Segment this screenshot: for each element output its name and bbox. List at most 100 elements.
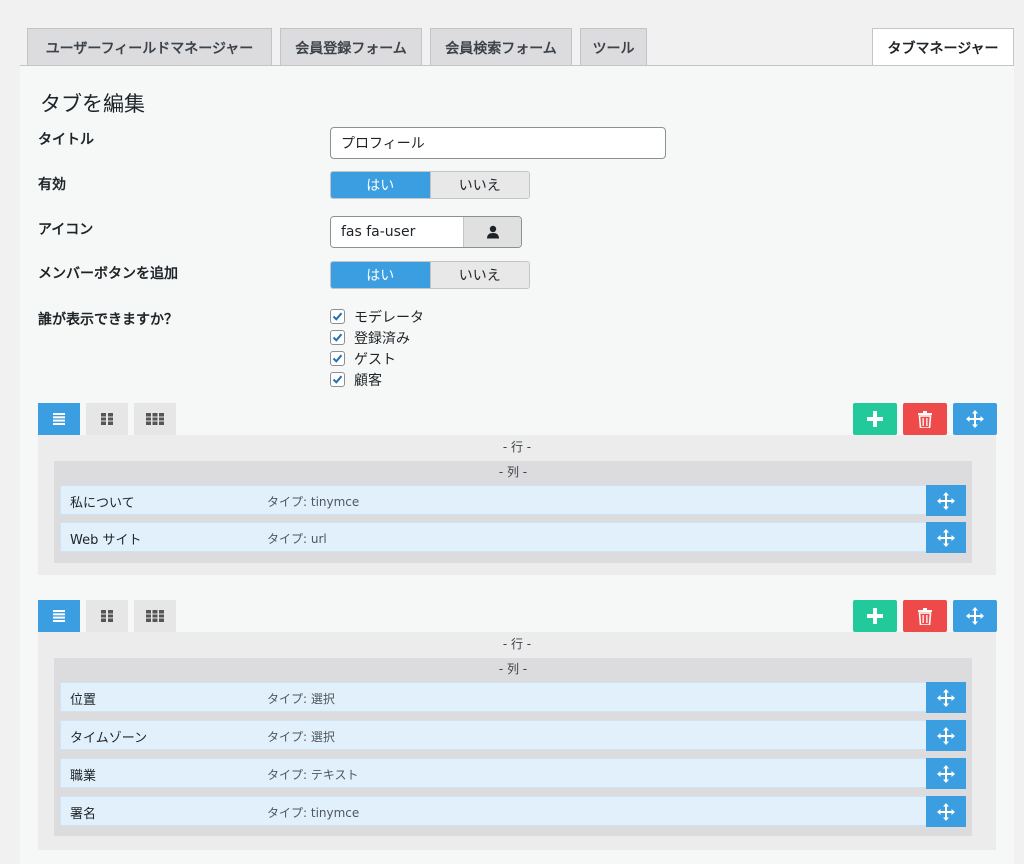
tab-tab-manager[interactable]: タブマネージャー — [872, 28, 1014, 67]
row-title: - 行 - — [502, 637, 532, 651]
add-row-button[interactable] — [853, 403, 897, 435]
enabled-yes-button[interactable]: はい — [331, 172, 430, 198]
column-box: - 列 - 私について タイプ: tinymce Web サイト タイプ: ur… — [54, 461, 972, 563]
check-icon — [332, 375, 343, 384]
visibility-option-label: 登録済み — [354, 330, 410, 347]
icon-picker-button[interactable] — [463, 217, 521, 247]
column-title: - 列 - — [498, 465, 528, 479]
field-row[interactable]: 署名 タイプ: tinymce — [60, 796, 966, 827]
delete-row-button[interactable] — [903, 403, 947, 435]
two-column-icon — [101, 413, 113, 425]
member-button-no-button[interactable]: いいえ — [429, 262, 529, 288]
layout-two-column-button[interactable] — [86, 600, 128, 632]
delete-row-button[interactable] — [903, 600, 947, 632]
icon-field — [330, 216, 522, 248]
field-type: タイプ: 選択 — [267, 692, 335, 706]
move-icon — [937, 688, 955, 707]
enabled-toggle: はい いいえ — [330, 171, 530, 199]
member-button-yes-button[interactable]: はい — [331, 262, 430, 288]
title-input[interactable] — [330, 127, 666, 159]
field-name: 私について — [70, 496, 135, 511]
add-row-button[interactable] — [853, 600, 897, 632]
three-column-icon — [146, 413, 164, 425]
tab-editor-panel: タブを編集 タイトル 有効 はい いいえ アイコン メンバーボタンを追加 はい … — [20, 66, 1014, 864]
field-row[interactable]: 職業 タイプ: テキスト — [60, 758, 966, 789]
field-name: 職業 — [70, 769, 97, 784]
move-field-button[interactable] — [926, 682, 966, 713]
field-type: タイプ: tinymce — [267, 806, 360, 820]
page-title: タブを編集 — [40, 92, 145, 116]
move-field-button[interactable] — [926, 485, 966, 516]
move-icon — [937, 802, 955, 821]
row-title: - 行 - — [502, 440, 532, 454]
move-field-button[interactable] — [926, 758, 966, 789]
column-box: - 列 - 位置 タイプ: 選択 タイムゾーン タイプ: 選択 職業 タイプ: … — [54, 658, 972, 836]
icon-label: アイコン — [38, 222, 94, 238]
title-label: タイトル — [38, 132, 94, 148]
field-type: タイプ: tinymce — [267, 495, 360, 509]
row-actions — [847, 600, 997, 632]
layout-row: - 行 - - 列 - 私について タイプ: tinymce Web サイト タ… — [38, 403, 997, 575]
one-column-icon — [53, 413, 65, 425]
icon-input[interactable] — [331, 217, 463, 247]
tab-registration-form[interactable]: 会員登録フォーム — [280, 28, 422, 66]
move-icon — [937, 726, 955, 745]
visibility-option-customer[interactable]: 顧客 — [330, 369, 424, 390]
visibility-option-registered[interactable]: 登録済み — [330, 327, 424, 348]
layout-row: - 行 - - 列 - 位置 タイプ: 選択 タイムゾーン タイプ: 選択 職業… — [38, 600, 997, 850]
move-icon — [937, 764, 955, 783]
move-field-button[interactable] — [926, 796, 966, 827]
field-type: タイプ: 選択 — [267, 730, 335, 744]
field-name: Web サイト — [70, 533, 142, 548]
move-icon — [937, 528, 955, 547]
trash-icon — [918, 607, 932, 625]
plus-icon — [867, 411, 883, 427]
move-row-button[interactable] — [953, 403, 997, 435]
field-type: タイプ: url — [267, 532, 327, 546]
visibility-option-guest[interactable]: ゲスト — [330, 348, 424, 369]
field-name: タイムゾーン — [70, 731, 148, 746]
field-name: 署名 — [70, 807, 97, 822]
row-body: - 行 - - 列 - 私について タイプ: tinymce Web サイト タ… — [38, 435, 996, 575]
layout-one-column-button[interactable] — [38, 403, 80, 435]
move-row-button[interactable] — [953, 600, 997, 632]
tab-search-form[interactable]: 会員検索フォーム — [430, 28, 572, 66]
tab-tools[interactable]: ツール — [580, 28, 647, 66]
visibility-option-moderator[interactable]: モデレータ — [330, 306, 424, 327]
layout-three-column-button[interactable] — [134, 403, 176, 435]
two-column-icon — [101, 610, 113, 622]
field-row[interactable]: Web サイト タイプ: url — [60, 522, 966, 553]
move-icon — [937, 491, 955, 510]
check-icon — [332, 312, 343, 321]
member-button-label: メンバーボタンを追加 — [38, 266, 178, 282]
checkbox[interactable] — [330, 372, 345, 387]
layout-three-column-button[interactable] — [134, 600, 176, 632]
enabled-label: 有効 — [38, 177, 66, 193]
visibility-option-label: 顧客 — [354, 372, 382, 389]
visibility-label: 誰が表示できますか？ — [38, 312, 178, 328]
checkbox[interactable] — [330, 309, 345, 324]
enabled-no-button[interactable]: いいえ — [429, 172, 529, 198]
field-row[interactable]: 位置 タイプ: 選択 — [60, 682, 966, 713]
one-column-icon — [53, 610, 65, 622]
column-title: - 列 - — [498, 662, 528, 676]
checkbox[interactable] — [330, 351, 345, 366]
move-icon — [966, 607, 984, 625]
check-icon — [332, 354, 343, 363]
checkbox[interactable] — [330, 330, 345, 345]
field-row[interactable]: タイムゾーン タイプ: 選択 — [60, 720, 966, 751]
check-icon — [332, 333, 343, 342]
visibility-option-label: ゲスト — [354, 351, 396, 368]
field-row[interactable]: 私について タイプ: tinymce — [60, 485, 966, 516]
user-icon — [486, 225, 499, 239]
move-field-button[interactable] — [926, 720, 966, 751]
layout-two-column-button[interactable] — [86, 403, 128, 435]
move-field-button[interactable] — [926, 522, 966, 553]
tab-user-field-manager[interactable]: ユーザーフィールドマネージャー — [27, 28, 272, 66]
layout-one-column-button[interactable] — [38, 600, 80, 632]
plus-icon — [867, 608, 883, 624]
column-layout-tabs — [38, 600, 182, 632]
visibility-checklist: モデレータ 登録済み ゲスト 顧客 — [330, 306, 424, 390]
field-name: 位置 — [70, 693, 97, 708]
three-column-icon — [146, 610, 164, 622]
